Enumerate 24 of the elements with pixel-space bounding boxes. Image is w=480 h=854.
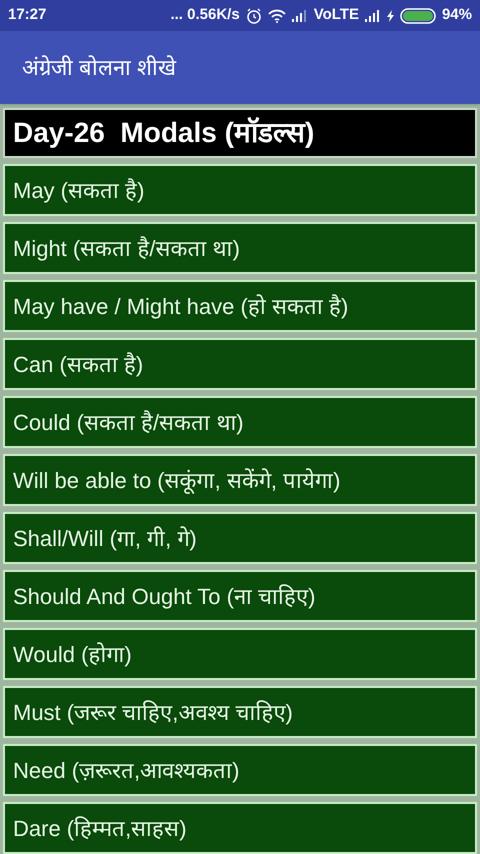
lesson-item[interactable]: Dare (हिम्मत,साहस) — [3, 802, 477, 854]
lesson-item[interactable]: Should And Ought To (ना चाहिए) — [3, 570, 477, 622]
lesson-item[interactable]: Would (होगा) — [3, 628, 477, 680]
network-type: VoLTE — [314, 5, 359, 26]
wifi-icon — [268, 8, 286, 23]
signal-icon — [292, 10, 308, 22]
alarm-icon — [246, 8, 262, 24]
lesson-item[interactable]: Could (सकता है/सकता था) — [3, 396, 477, 448]
lesson-item[interactable]: May (सकता है) — [3, 164, 477, 216]
signal-icon — [364, 10, 381, 22]
lesson-item[interactable]: Must (जरूर चाहिए,अवश्य चाहिए) — [3, 686, 477, 738]
battery-icon — [400, 8, 436, 24]
charging-icon — [386, 10, 394, 22]
lesson-item[interactable]: Shall/Will (गा, गी, गे) — [3, 512, 477, 564]
lesson-item[interactable]: Can (सकता है) — [3, 338, 477, 390]
lesson-item[interactable]: Might (सकता है/सकता था) — [3, 222, 477, 274]
lesson-item[interactable]: Need (ज़रूरत,आवश्यकता) — [3, 744, 477, 796]
battery-percent: 94% — [442, 5, 472, 26]
lesson-header: Day-26 Modals (मॉडल्स) — [3, 108, 477, 158]
lesson-item[interactable]: May have / Might have (हो सकता है) — [3, 280, 477, 332]
app-title: अंग्रेजी बोलना शीखे — [22, 54, 176, 82]
lesson-item[interactable]: Will be able to (सकूंगा, सकेंगे, पायेगा) — [3, 454, 477, 506]
clock: 17:27 — [8, 5, 46, 26]
network-speed: ... 0.56K/s — [170, 5, 240, 26]
